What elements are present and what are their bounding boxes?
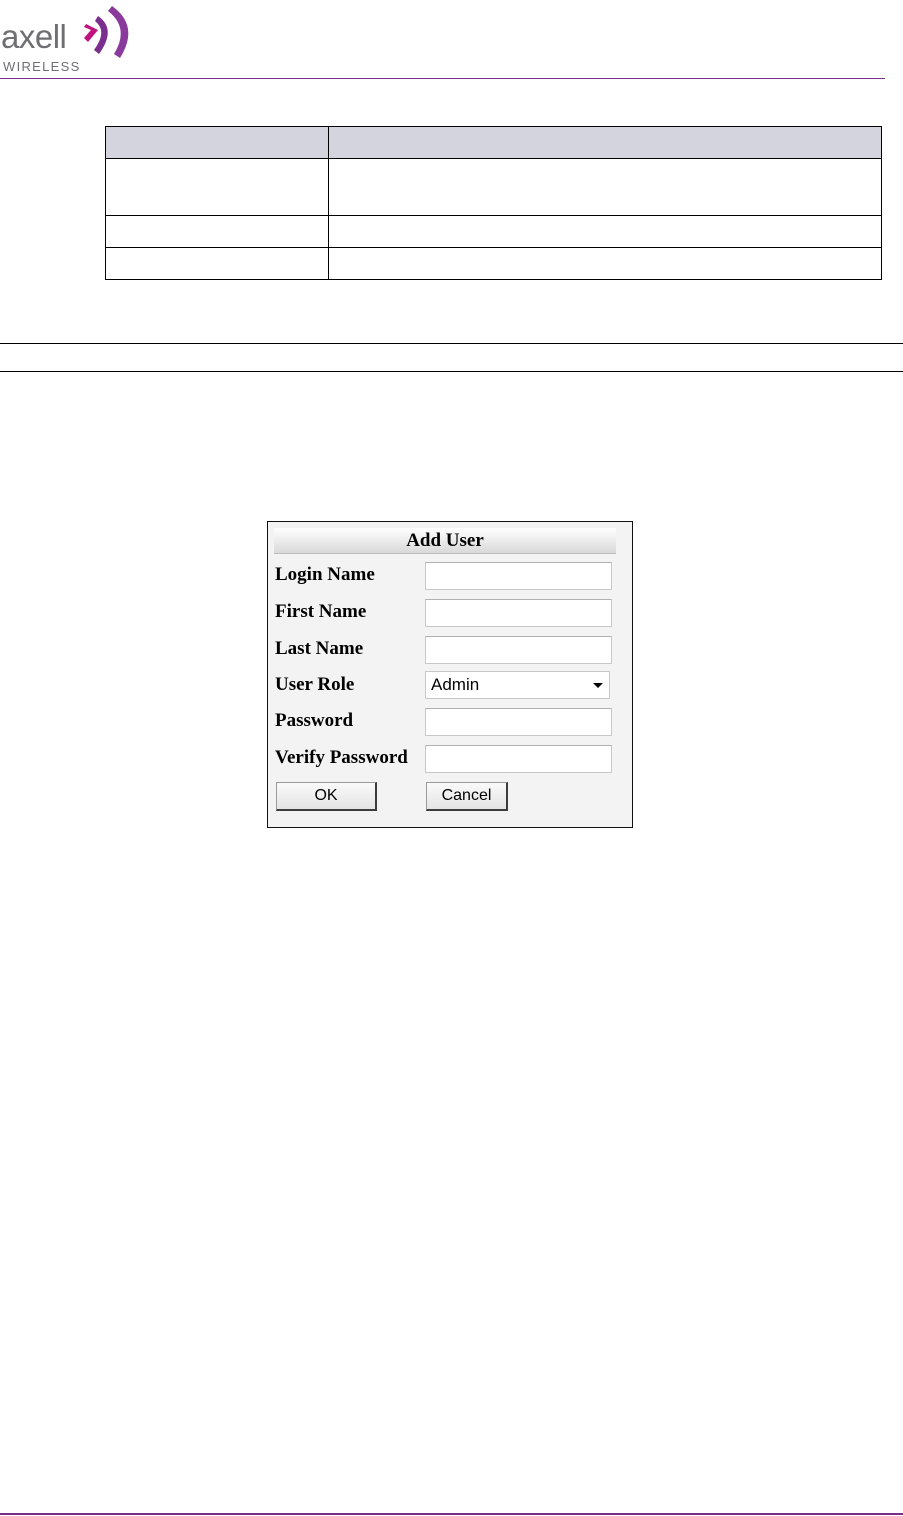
table-cell bbox=[328, 247, 882, 280]
document-table bbox=[105, 126, 882, 280]
verify-password-label: Verify Password bbox=[275, 747, 408, 768]
first-name-input[interactable] bbox=[425, 599, 612, 627]
table-header-cell bbox=[105, 126, 329, 159]
login-name-input[interactable] bbox=[425, 562, 612, 590]
user-role-value: Admin bbox=[431, 675, 480, 694]
ok-button[interactable]: OK bbox=[276, 782, 377, 811]
section-rule-top bbox=[0, 343, 903, 344]
table-cell bbox=[328, 158, 882, 216]
dialog-title: Add User bbox=[274, 528, 616, 554]
table-row bbox=[105, 158, 882, 216]
axell-logo-chevrons-icon bbox=[84, 6, 129, 58]
verify-password-input[interactable] bbox=[425, 745, 612, 773]
chevron-down-icon bbox=[593, 683, 603, 688]
table-row bbox=[105, 215, 882, 248]
section-rule-bottom bbox=[0, 371, 903, 372]
login-name-label: Login Name bbox=[275, 564, 375, 585]
password-input[interactable] bbox=[425, 708, 612, 736]
logo-wordmark: axell bbox=[1, 18, 67, 55]
user-role-label: User Role bbox=[275, 674, 355, 695]
table-cell bbox=[328, 215, 882, 248]
table-cell bbox=[105, 247, 329, 280]
header-rule bbox=[0, 78, 885, 79]
add-user-dialog: Add User Login Name First Name Last Name… bbox=[267, 521, 633, 828]
cancel-button[interactable]: Cancel bbox=[426, 782, 508, 811]
table-cell bbox=[105, 158, 329, 216]
footer-rule bbox=[0, 1513, 903, 1515]
last-name-label: Last Name bbox=[275, 638, 364, 659]
password-label: Password bbox=[275, 710, 354, 731]
last-name-input[interactable] bbox=[425, 636, 612, 664]
first-name-label: First Name bbox=[275, 601, 367, 622]
table-header-cell bbox=[328, 126, 882, 159]
axell-wireless-logo: axell WIRELESS bbox=[0, 0, 150, 78]
user-role-select[interactable]: Admin bbox=[425, 671, 610, 699]
table-row bbox=[105, 247, 882, 280]
table-cell bbox=[105, 215, 329, 248]
logo-subtitle: WIRELESS bbox=[3, 59, 81, 74]
